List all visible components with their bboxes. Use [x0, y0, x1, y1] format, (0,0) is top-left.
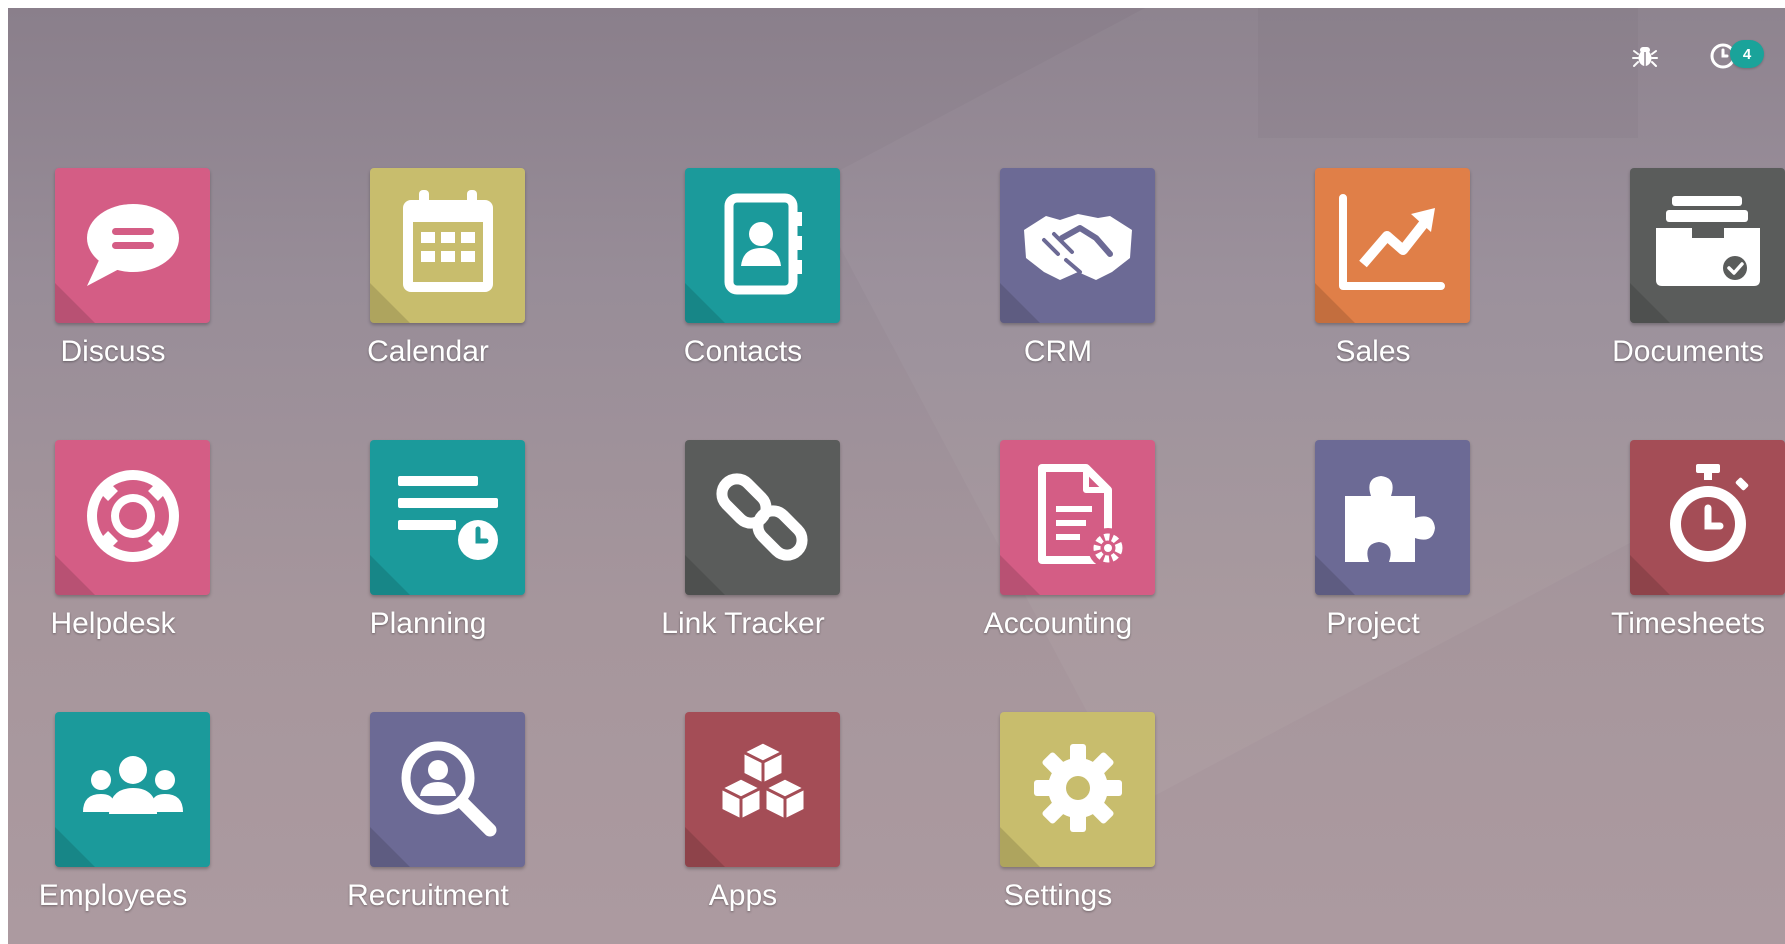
app-tile — [685, 712, 840, 867]
app-tile — [55, 168, 210, 323]
puzzle-icon — [1345, 476, 1435, 562]
app-project[interactable]: Project — [1268, 432, 1478, 662]
search-person-icon — [401, 741, 497, 837]
app-tile — [685, 440, 840, 595]
app-tile — [1000, 712, 1155, 867]
app-tile — [1315, 168, 1470, 323]
app-label: Contacts — [683, 335, 803, 368]
app-calendar[interactable]: Calendar — [323, 160, 533, 390]
app-label: Employees — [38, 879, 188, 912]
app-documents[interactable]: Documents — [1583, 160, 1785, 390]
app-tile — [1315, 440, 1470, 595]
gear-icon — [1034, 744, 1122, 832]
app-label: Documents — [1612, 335, 1764, 368]
activity-button[interactable]: 4 — [1708, 38, 1772, 74]
invoice-gear-icon — [1038, 464, 1128, 568]
app-label: Sales — [1335, 335, 1411, 368]
app-tile — [55, 712, 210, 867]
app-helpdesk[interactable]: Helpdesk — [8, 432, 218, 662]
app-sales[interactable]: Sales — [1268, 160, 1478, 390]
app-tile — [370, 168, 525, 323]
app-tile — [1000, 168, 1155, 323]
activity-count-badge: 4 — [1730, 40, 1764, 68]
app-accounting[interactable]: Accounting — [953, 432, 1163, 662]
home-menu: 4 Discuss Calendar Contacts CRM Sales Do… — [8, 8, 1785, 944]
app-tile — [685, 168, 840, 323]
app-planning[interactable]: Planning — [323, 432, 533, 662]
app-link-tracker[interactable]: Link Tracker — [638, 432, 848, 662]
app-label: Discuss — [60, 335, 166, 368]
life-ring-icon — [87, 470, 179, 562]
cubes-icon — [719, 740, 807, 822]
app-label: Project — [1326, 607, 1420, 640]
app-timesheets[interactable]: Timesheets — [1583, 432, 1785, 662]
app-crm[interactable]: CRM — [953, 160, 1163, 390]
app-label: Settings — [1003, 879, 1113, 912]
tasks-clock-icon — [398, 476, 498, 560]
app-contacts[interactable]: Contacts — [638, 160, 848, 390]
app-label: Link Tracker — [661, 607, 825, 640]
app-tile — [1630, 440, 1785, 595]
app-tile — [55, 440, 210, 595]
app-discuss[interactable]: Discuss — [8, 160, 218, 390]
app-label: Helpdesk — [50, 607, 176, 640]
top-bar: 4 — [8, 8, 1785, 153]
app-apps[interactable]: Apps — [638, 704, 848, 934]
app-employees[interactable]: Employees — [8, 704, 218, 934]
app-tile — [1630, 168, 1785, 323]
chart-up-icon — [1339, 194, 1445, 290]
app-label: Calendar — [367, 335, 489, 368]
bug-icon[interactable] — [1628, 39, 1662, 73]
handshake-icon — [1024, 214, 1132, 280]
inbox-tray-icon — [1656, 196, 1760, 286]
chat-bubble-icon — [87, 204, 179, 286]
users-icon — [83, 756, 183, 814]
app-settings[interactable]: Settings — [953, 704, 1163, 934]
app-tile — [1000, 440, 1155, 595]
app-recruitment[interactable]: Recruitment — [323, 704, 533, 934]
link-icon — [716, 473, 808, 561]
app-label: Apps — [708, 879, 778, 912]
app-label: Timesheets — [1611, 607, 1765, 640]
app-label: Planning — [369, 607, 487, 640]
app-label: CRM — [1023, 335, 1093, 368]
address-book-icon — [724, 193, 802, 295]
calendar-icon — [403, 190, 493, 292]
app-tile — [370, 440, 525, 595]
app-tile — [370, 712, 525, 867]
app-label: Recruitment — [347, 879, 509, 912]
app-label: Accounting — [983, 607, 1133, 640]
stopwatch-icon — [1670, 464, 1749, 562]
